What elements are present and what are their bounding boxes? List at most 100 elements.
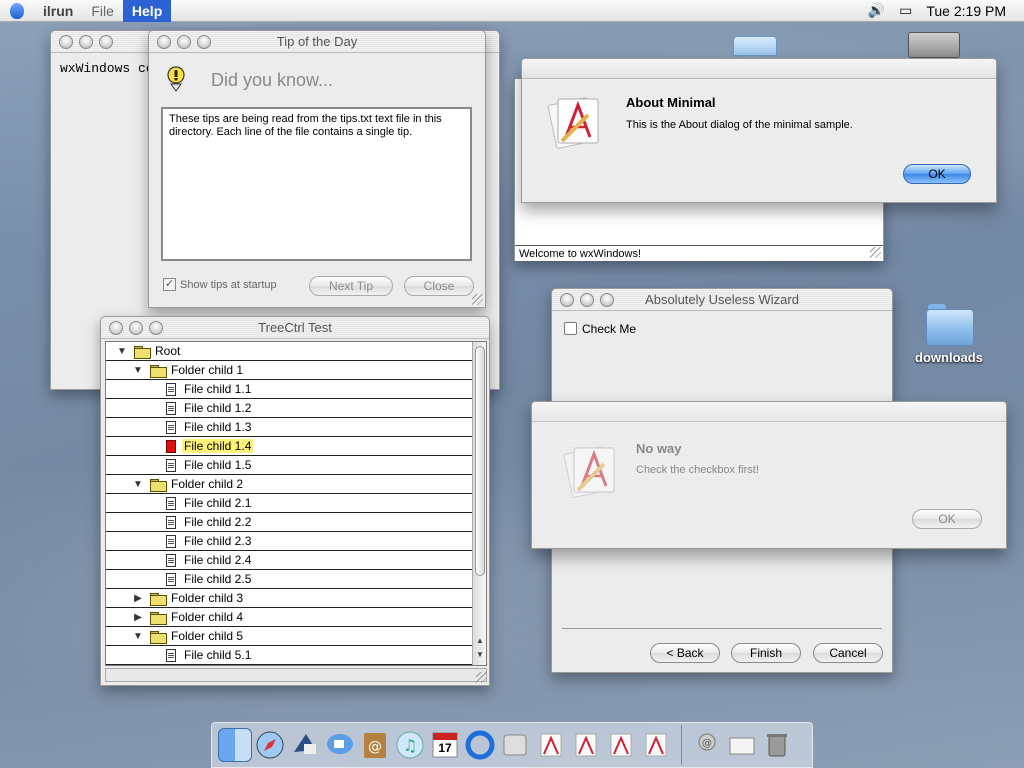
check-me-checkbox[interactable]: [564, 322, 577, 335]
about-title: About Minimal: [626, 95, 716, 110]
tree-row-label: Folder child 2: [171, 477, 244, 491]
app-icon[interactable]: [603, 728, 637, 762]
hard-drive-icon[interactable]: [908, 32, 960, 58]
disclosure-open-icon[interactable]: ▼: [132, 631, 144, 642]
zoom-icon[interactable]: [600, 292, 614, 307]
system-prefs-icon[interactable]: [498, 728, 532, 762]
back-button[interactable]: < Back: [650, 643, 720, 663]
disclosure-open-icon[interactable]: ▼: [132, 365, 144, 376]
about-message: This is the About dialog of the minimal …: [626, 119, 853, 131]
tip-titlebar[interactable]: Tip of the Day: [149, 31, 485, 53]
zoom-icon[interactable]: [99, 34, 113, 49]
tree-row[interactable]: File child 2.1: [106, 494, 473, 513]
folder-icon: [150, 592, 167, 606]
close-button[interactable]: Close: [404, 276, 474, 296]
app-icon[interactable]: [638, 728, 672, 762]
minimize-icon[interactable]: [177, 34, 191, 49]
svg-text:@: @: [702, 738, 712, 749]
help-menu[interactable]: Help: [122, 0, 172, 22]
quicktime-icon[interactable]: [463, 728, 497, 762]
zoom-icon[interactable]: [197, 34, 211, 49]
ical-icon[interactable]: 17: [428, 728, 462, 762]
close-icon[interactable]: [560, 292, 574, 307]
tree-row[interactable]: ▼ Root: [106, 342, 473, 361]
tree-row[interactable]: ▶ Folder child 3: [106, 589, 473, 608]
noway-dialog: No way Check the checkbox first! OK: [531, 401, 1007, 549]
speaker-icon[interactable]: 🔊: [868, 2, 885, 19]
desktop-folder-icon-partial[interactable]: [733, 36, 777, 56]
tree-row[interactable]: File child 1.3: [106, 418, 473, 437]
tree-row[interactable]: File child 1.4: [106, 437, 473, 456]
close-icon[interactable]: [59, 34, 73, 49]
tree-row[interactable]: ▶ Folder child 4: [106, 608, 473, 627]
mail-bird-icon[interactable]: [288, 728, 322, 762]
disclosure-open-icon[interactable]: ▼: [116, 346, 128, 357]
file-menu[interactable]: File: [82, 0, 123, 22]
folder-icon: [150, 630, 167, 644]
zoom-icon[interactable]: [149, 320, 163, 335]
treectrl-window: TreeCtrl Test File child 5.1 ▼ Folder chil…: [100, 316, 490, 686]
wizard-divider: [562, 628, 882, 629]
tree-row-label: File child 1.3: [184, 420, 252, 434]
tree-row[interactable]: File child 2.2: [106, 513, 473, 532]
ichat-icon[interactable]: [323, 728, 357, 762]
tree-row[interactable]: ▼ Folder child 5: [106, 627, 473, 646]
cancel-button[interactable]: Cancel: [813, 643, 883, 663]
tree-row[interactable]: ▼ Folder child 2: [106, 475, 473, 494]
folder-icon: [150, 478, 167, 492]
minimize-icon[interactable]: [580, 292, 594, 307]
file-icon: [166, 458, 176, 472]
tree-row-label: File child 1.2: [184, 401, 252, 415]
show-tips-checkbox[interactable]: ✓: [163, 278, 176, 291]
apple-menu-icon[interactable]: [0, 0, 34, 22]
tree-row[interactable]: File child 1.5: [106, 456, 473, 475]
finder-icon[interactable]: [218, 728, 252, 762]
minimize-icon[interactable]: [79, 34, 93, 49]
next-tip-button[interactable]: Next Tip: [309, 276, 393, 296]
battery-icon[interactable]: ▭: [899, 2, 912, 19]
resize-grip[interactable]: [472, 294, 483, 305]
trash-icon[interactable]: [760, 728, 794, 762]
resize-grip[interactable]: [476, 672, 487, 683]
tree-titlebar[interactable]: TreeCtrl Test: [101, 317, 489, 339]
tree-control[interactable]: File child 5.1 ▼ Folder child 5 ▶ Folder chi…: [105, 341, 487, 666]
safari-icon[interactable]: [253, 728, 287, 762]
tree-row[interactable]: File child 5.1: [106, 646, 473, 665]
tip-textbox[interactable]: These tips are being read from the tips.…: [161, 107, 472, 261]
tree-row[interactable]: File child 1.2: [106, 399, 473, 418]
resize-grip[interactable]: [870, 247, 881, 258]
tree-row[interactable]: File child 1.1: [106, 380, 473, 399]
ok-button[interactable]: OK: [903, 164, 971, 184]
tree-row[interactable]: File child 2.4: [106, 551, 473, 570]
tree-hscroll[interactable]: [105, 668, 487, 682]
scroll-up-icon[interactable]: ▲: [473, 636, 486, 645]
wizard-titlebar[interactable]: Absolutely Useless Wizard: [552, 289, 892, 311]
close-icon[interactable]: [109, 320, 123, 335]
tree-scrollbar[interactable]: ▲ ▼: [472, 342, 486, 665]
app-icon[interactable]: [568, 728, 602, 762]
address-book-icon[interactable]: @: [358, 728, 392, 762]
tree-row[interactable]: File child 2.3: [106, 532, 473, 551]
dock: @ ♫ 17 @: [211, 722, 813, 768]
scroll-thumb[interactable]: [475, 346, 485, 576]
disclosure-open-icon[interactable]: ▼: [132, 479, 144, 490]
ok-button[interactable]: OK: [912, 509, 982, 529]
minimize-icon[interactable]: [129, 320, 143, 335]
close-icon[interactable]: [157, 34, 171, 49]
finish-button[interactable]: Finish: [731, 643, 801, 663]
app-menu[interactable]: ilrun: [34, 0, 82, 22]
desktop-icon-downloads[interactable]: downloads: [908, 304, 990, 365]
file-icon: [166, 439, 176, 453]
tree-row-label: File child 2.3: [184, 534, 252, 548]
network-icon[interactable]: @: [690, 728, 724, 762]
document-icon[interactable]: [725, 728, 759, 762]
disclosure-closed-icon[interactable]: ▶: [132, 593, 144, 604]
file-icon: [166, 553, 176, 567]
menubar-clock[interactable]: Tue 2:19 PM: [926, 3, 1006, 19]
scroll-down-icon[interactable]: ▼: [473, 650, 486, 659]
tree-row[interactable]: ▼ Folder child 1: [106, 361, 473, 380]
disclosure-closed-icon[interactable]: ▶: [132, 612, 144, 623]
app-icon[interactable]: [533, 728, 567, 762]
tree-row[interactable]: File child 2.5: [106, 570, 473, 589]
itunes-icon[interactable]: ♫: [393, 728, 427, 762]
